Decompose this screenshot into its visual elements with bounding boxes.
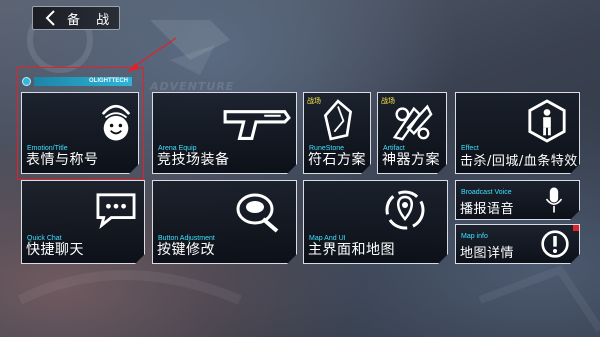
battlefield-tag: 战场 — [307, 97, 321, 105]
brand-bar: OLIGHTTECH — [22, 76, 132, 87]
tile-broadcast-voice[interactable]: Broadcast Voice 播报语音 — [455, 180, 580, 220]
map-pin-icon — [382, 187, 428, 233]
tile-cn-label: 按键修改 — [157, 242, 215, 258]
tile-en-label: Map info — [461, 233, 488, 240]
tile-runestone[interactable]: 战场 RuneStone 符石方案 — [303, 92, 371, 174]
tile-cn-label: 神器方案 — [382, 152, 440, 168]
tile-en-label: Broadcast Voice — [461, 189, 512, 196]
artifact-gears-icon — [388, 99, 434, 143]
background-text: ADVENTURE — [150, 80, 235, 93]
tile-arena-equip[interactable]: Arena Equip 竞技场装备 — [152, 92, 297, 174]
tile-cn-label: 快捷聊天 — [26, 242, 84, 258]
rune-crystal-icon — [320, 99, 356, 141]
tile-map-info[interactable]: Map info 地图详情 — [455, 224, 580, 264]
button-edit-icon — [233, 189, 283, 233]
tile-cn-label: 主界面和地图 — [308, 242, 395, 258]
chat-bubble-icon — [94, 191, 138, 229]
tile-cn-label: 符石方案 — [308, 152, 366, 168]
tile-quick-chat[interactable]: Quick Chat 快捷聊天 — [21, 180, 145, 264]
tile-cn-label: 地图详情 — [460, 246, 515, 261]
figure-hexagon-icon — [526, 99, 568, 143]
tile-cn-label: 竞技场装备 — [157, 152, 230, 168]
exclamation-icon — [540, 229, 570, 259]
pistol-icon — [221, 103, 293, 145]
back-label: 备 战 — [67, 12, 116, 28]
brand-dot-icon — [22, 77, 31, 86]
back-button[interactable]: 备 战 — [32, 6, 120, 30]
brand-text: OLIGHTTECH — [34, 77, 132, 86]
notification-dot — [573, 225, 579, 231]
tile-map-and-ui[interactable]: Map And UI 主界面和地图 — [303, 180, 448, 264]
tile-cn-label: 播报语音 — [460, 202, 515, 217]
microphone-icon — [544, 185, 564, 215]
chevron-left-icon — [45, 10, 55, 26]
tile-effect[interactable]: Effect 击杀/回城/血条特效 — [455, 92, 580, 174]
tile-artifact[interactable]: 战场 Artifact 神器方案 — [377, 92, 447, 174]
tile-cn-label: 击杀/回城/血条特效 — [460, 154, 578, 169]
tile-button-adjustment[interactable]: Button Adjustment 按键修改 — [152, 180, 297, 264]
